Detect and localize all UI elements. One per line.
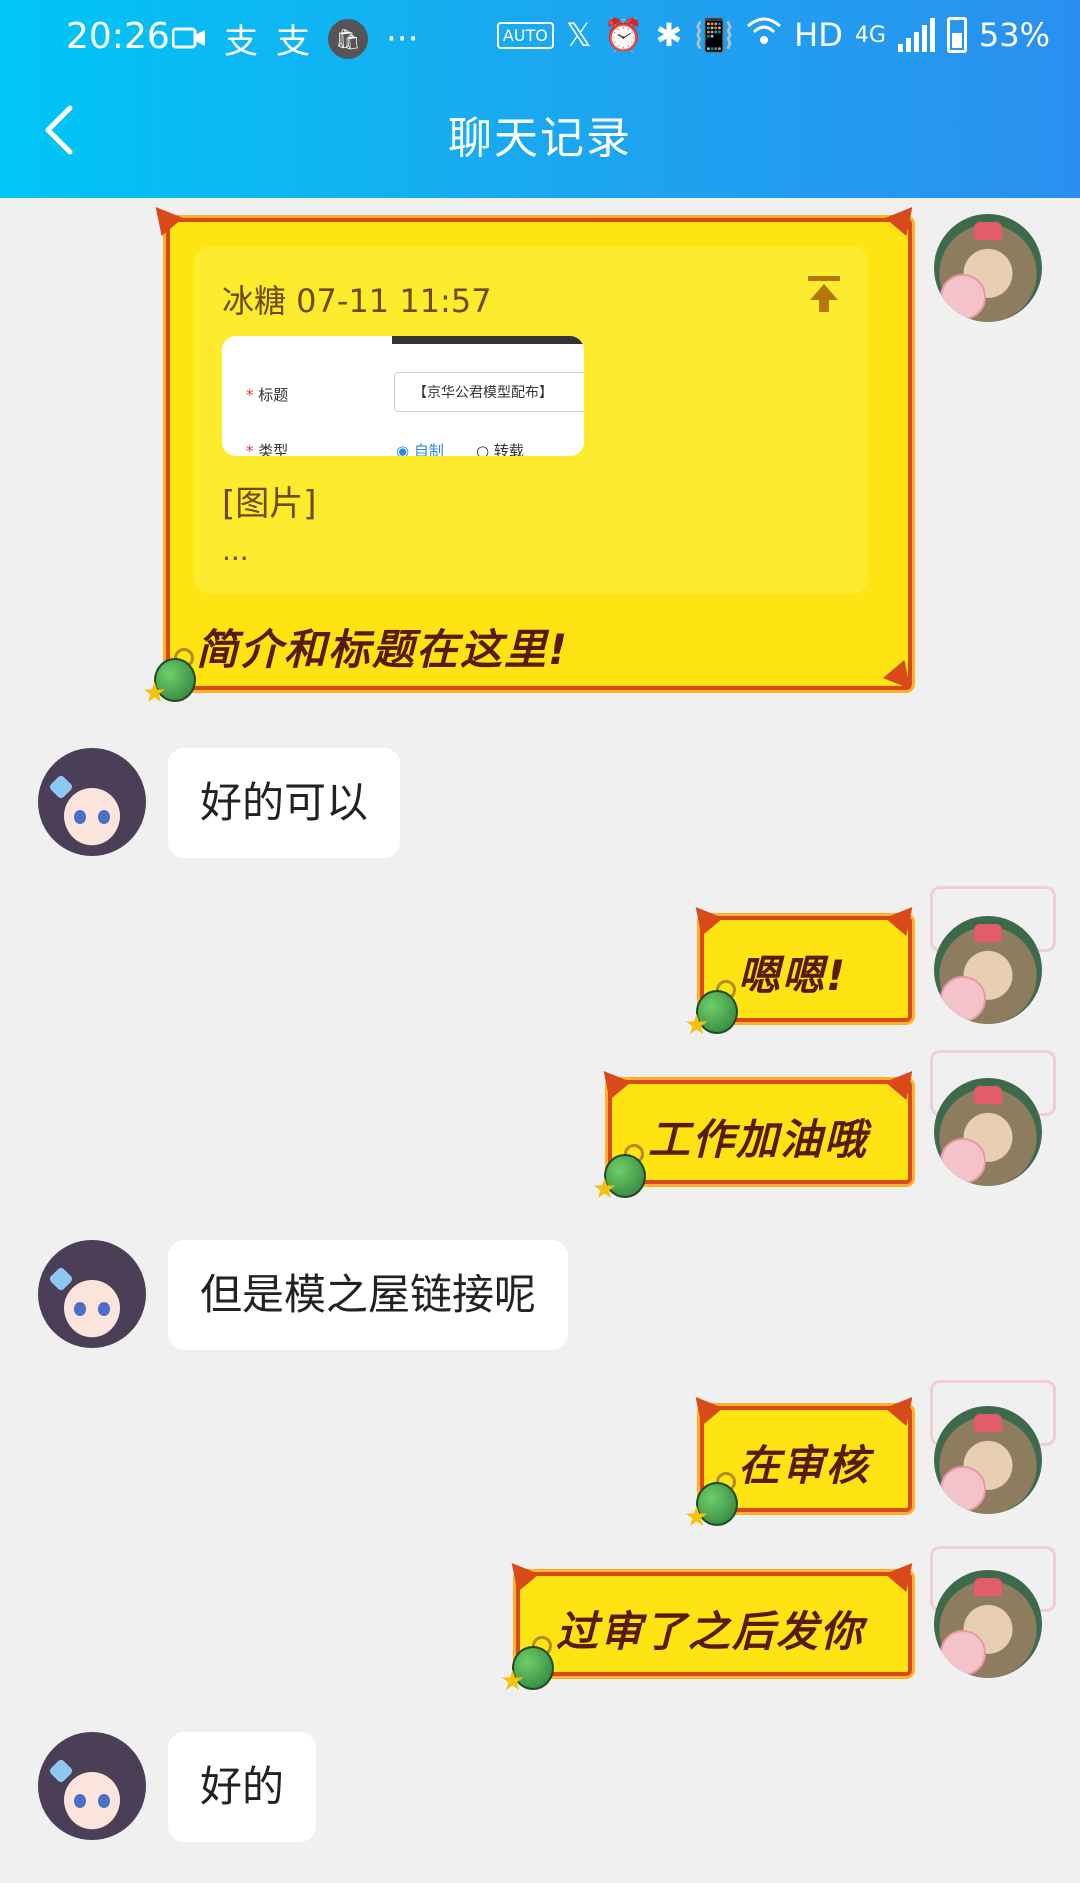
status-bar: 20:26 支 支 🛍 ··· AUTO 𝕏 ⏰ ✱ 📳 HD 4G 53% — [0, 0, 1080, 72]
grenade-sticker-icon: ★ — [142, 648, 196, 709]
avatar-other[interactable] — [38, 1240, 146, 1348]
status-time: 20:26 — [66, 16, 170, 57]
grenade-sticker-icon: ★ — [500, 1636, 554, 1697]
avatar-other[interactable] — [38, 748, 146, 856]
bubble-text-layer: 简介和标题在这里! — [166, 218, 904, 682]
avatar-self[interactable] — [934, 1570, 1042, 1678]
more-icon: ··· — [386, 18, 419, 59]
alarm-icon: ⏰ — [603, 16, 644, 54]
message-bubble[interactable]: 但是模之屋链接呢 — [168, 1240, 569, 1350]
header: 20:26 支 支 🛍 ··· AUTO 𝕏 ⏰ ✱ 📳 HD 4G 53% 聊… — [0, 0, 1080, 198]
alipay-icon-2: 支 — [276, 22, 310, 62]
message-text: 好的 — [200, 1762, 285, 1811]
avatar-self[interactable] — [934, 1406, 1042, 1514]
message-text: 过审了之后发你 — [556, 1607, 865, 1656]
bluetooth-icon: ✱ — [655, 16, 683, 54]
message-bubble[interactable]: 工作加油哦 — [608, 1080, 912, 1184]
message-text: 嗯嗯! — [738, 951, 848, 1000]
grenade-sticker-icon: ★ — [684, 980, 738, 1041]
avatar-self[interactable] — [934, 214, 1042, 322]
avatar-self[interactable] — [934, 916, 1042, 1024]
signal-icon — [897, 18, 935, 52]
auto-hz-icon: AUTO — [496, 21, 554, 49]
message-text: 但是模之屋链接呢 — [200, 1270, 537, 1319]
x-icon: 𝕏 — [565, 16, 592, 54]
avatar-other[interactable] — [38, 1732, 146, 1840]
message-text: 简介和标题在这里! — [196, 625, 570, 674]
message-bubble[interactable]: 过审了之后发你 — [516, 1572, 912, 1676]
video-icon — [171, 19, 206, 59]
message-text: 在审核 — [738, 1441, 871, 1490]
battery-percent: 53% — [978, 16, 1050, 54]
status-right-icons: AUTO 𝕏 ⏰ ✱ 📳 HD 4G 53% — [496, 16, 1050, 54]
shopping-bag-icon: 🛍 — [328, 18, 368, 59]
message-bubble[interactable]: 好的 — [168, 1732, 317, 1842]
message-bubble[interactable]: 好的可以 — [168, 748, 401, 858]
net-type-label: 4G — [854, 22, 886, 48]
message-text: 好的可以 — [200, 778, 369, 827]
hd-label: HD — [794, 16, 843, 54]
vibrate-icon: 📳 — [694, 16, 735, 54]
status-left-icons: 支 支 🛍 ··· — [171, 14, 419, 63]
page-title: 聊天记录 — [448, 113, 632, 164]
grenade-sticker-icon: ★ — [592, 1144, 646, 1205]
grenade-sticker-icon: ★ — [684, 1472, 738, 1533]
message-text: 工作加油哦 — [648, 1115, 869, 1164]
avatar-self[interactable] — [934, 1078, 1042, 1186]
alipay-icon: 支 — [224, 22, 258, 62]
wifi-icon — [746, 16, 782, 54]
battery-icon — [946, 17, 967, 53]
